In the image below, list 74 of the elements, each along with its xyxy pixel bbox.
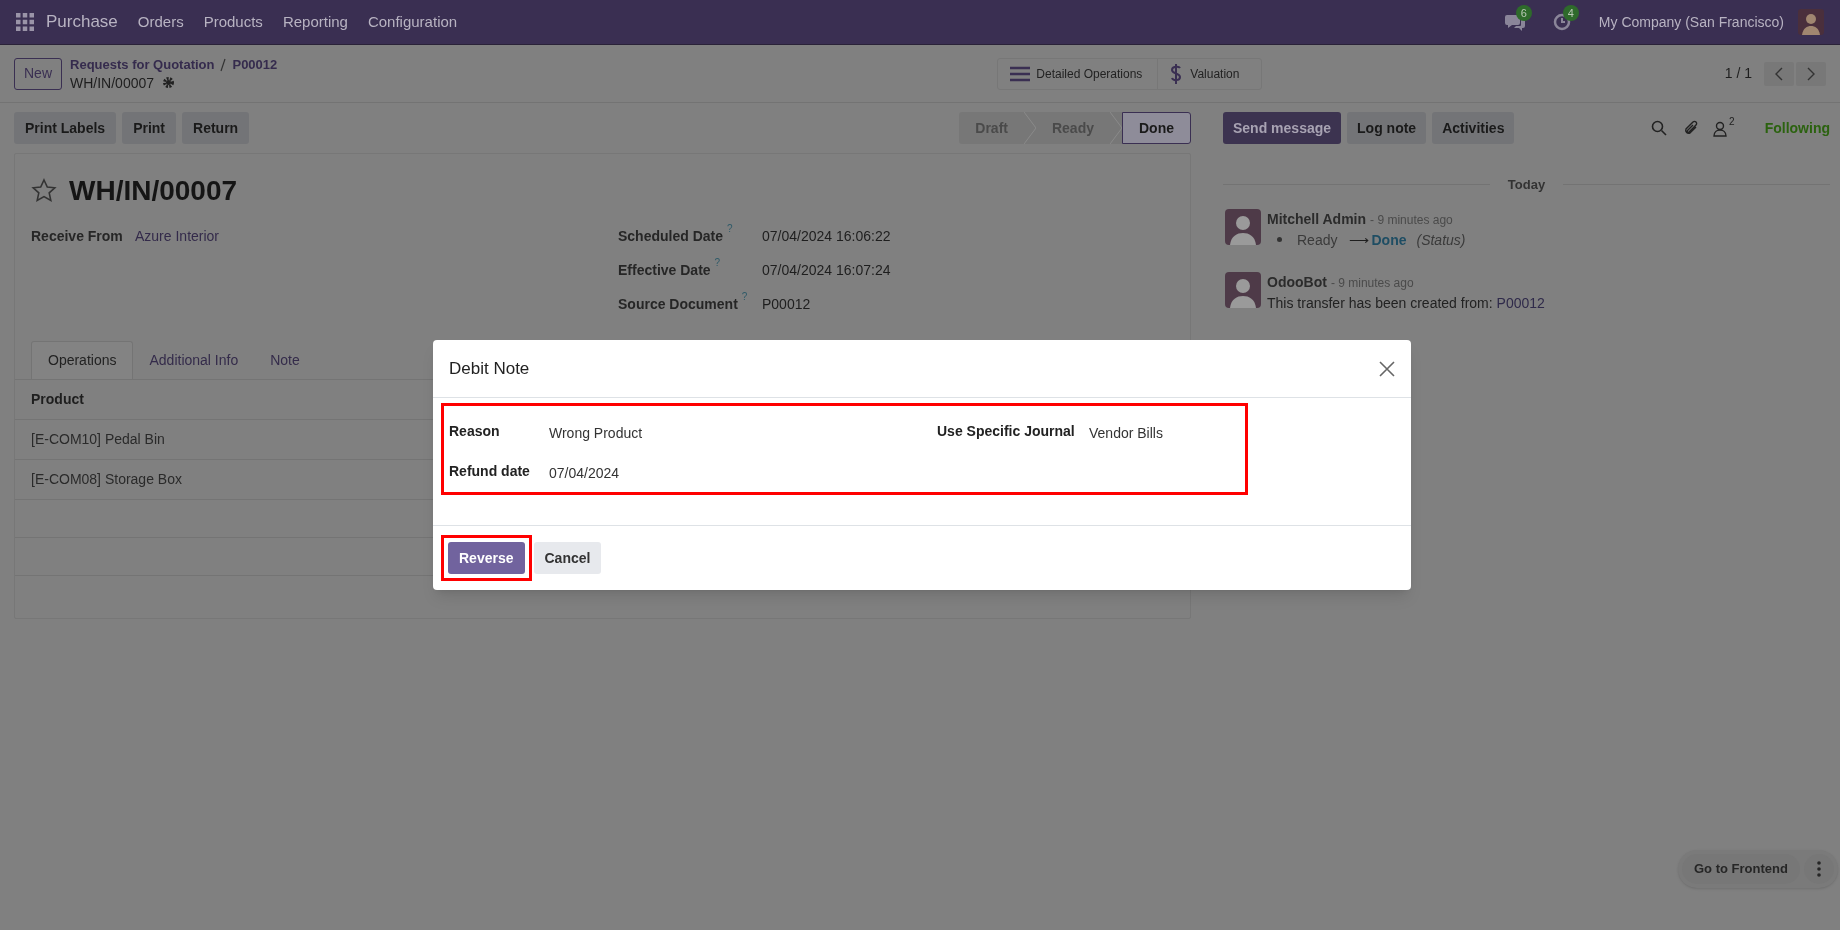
close-icon[interactable] (1379, 360, 1395, 377)
smart-button[interactable]: Valuation (1157, 58, 1262, 89)
field-label: Scheduled Date (618, 227, 724, 246)
tab[interactable]: Operations (31, 341, 134, 379)
dollar-icon (1170, 62, 1183, 85)
status-stage[interactable]: Done (1122, 112, 1191, 144)
tab[interactable]: Note (254, 341, 316, 379)
table-cell-text: [E-COM08] Storage Box (31, 470, 182, 489)
document-link[interactable]: P00012 (1496, 294, 1545, 311)
menu-item[interactable]: Products (203, 10, 263, 34)
stage-separator-icon (1110, 112, 1122, 144)
previous-button[interactable] (1764, 61, 1794, 86)
message-count-badge: 6 (1515, 5, 1532, 21)
field-label: Use Specific Journal (937, 422, 1076, 441)
action-button[interactable]: Print (122, 112, 177, 144)
chatter-button[interactable]: Log note (1347, 112, 1427, 144)
field-label: Refund date (449, 462, 531, 481)
date-separator: Today (1506, 176, 1547, 194)
dialog-title: Debit Note (449, 357, 531, 380)
action-button[interactable]: Return (182, 112, 250, 144)
record-name: WH/IN/00007 (70, 73, 155, 92)
bullet-icon (1277, 237, 1282, 242)
menu-item[interactable]: Reporting (282, 10, 348, 34)
action-button[interactable]: Print Labels (14, 112, 117, 144)
gear-icon[interactable] (162, 76, 176, 89)
star-icon[interactable] (31, 178, 57, 204)
new-button[interactable]: New (14, 57, 62, 90)
old-value: Ready (1297, 230, 1338, 250)
search-icon[interactable] (1651, 120, 1668, 136)
tab[interactable]: Additional Info (133, 341, 255, 379)
app-name[interactable]: Purchase (46, 9, 118, 35)
breadcrumb-link[interactable]: P00012 (232, 55, 278, 74)
avatar (1225, 208, 1261, 245)
paperclip-icon[interactable] (1683, 119, 1700, 137)
menu-item[interactable]: Configuration (367, 10, 458, 34)
apps-menu-icon[interactable] (16, 13, 34, 31)
author-name[interactable]: OdooBot (1267, 271, 1327, 292)
table-cell-text: [E-COM10] Pedal Bin (31, 430, 165, 449)
field-label: Receive From (31, 227, 124, 246)
field-value[interactable]: Vendor Bills (1089, 423, 1163, 461)
help-tooltip[interactable]: ? (741, 292, 748, 302)
field-value: 07/04/2024 16:06:22 (762, 227, 891, 246)
field-value[interactable]: 07/04/2024 (549, 463, 620, 501)
company-switcher[interactable]: My Company (San Francisco) (1598, 11, 1784, 33)
field-value[interactable]: Wrong Product (549, 423, 643, 461)
activity-count-badge: 4 (1562, 5, 1579, 21)
breadcrumb-link[interactable]: Requests for Quotation (70, 55, 215, 74)
smart-button[interactable]: Detailed Operations (998, 58, 1158, 89)
column-header: Product (31, 390, 84, 409)
menu-item[interactable]: Orders (137, 10, 184, 34)
field-value: 07/04/2024 16:07:24 (762, 261, 891, 280)
help-tooltip[interactable]: ? (727, 224, 733, 234)
message-text: This transfer has been created from: P00012 (1267, 293, 1545, 313)
arrow-icon: ⟶ (1349, 229, 1370, 250)
dialog-button[interactable]: Reverse (448, 542, 525, 574)
pager-counter: 1 / 1 (1724, 64, 1752, 83)
field-label: Reason (449, 422, 501, 441)
field-label: Effective Date (618, 261, 711, 280)
tracked-field: (Status) (1416, 229, 1466, 250)
user-avatar[interactable] (1798, 9, 1824, 35)
new-value: Done (1371, 230, 1407, 250)
field-label: Source Document (618, 295, 738, 314)
follower-count: 2 (1729, 117, 1735, 127)
chatter-button[interactable]: Send message (1223, 112, 1342, 144)
partner-link[interactable]: Azure Interior (135, 226, 220, 260)
avatar (1225, 271, 1261, 308)
person-icon[interactable] (1713, 121, 1728, 137)
field-value: P00012 (762, 295, 811, 314)
dialog-button[interactable]: Cancel (533, 542, 602, 574)
list-icon (1010, 65, 1031, 82)
chatter-button[interactable]: Activities (1432, 112, 1515, 144)
author-name[interactable]: Mitchell Admin (1267, 208, 1367, 229)
record-title: WH/IN/00007 (69, 174, 238, 208)
help-tooltip[interactable]: ? (714, 258, 721, 268)
